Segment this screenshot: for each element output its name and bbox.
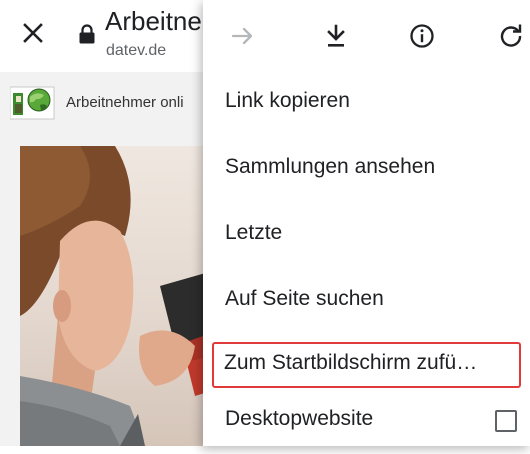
menu-item-label: Link kopieren xyxy=(225,89,350,112)
menu-item-view-collections[interactable]: Sammlungen ansehen xyxy=(203,138,530,202)
close-icon[interactable] xyxy=(22,22,44,44)
datev-logo-icon xyxy=(9,85,56,121)
menu-item-label: Zum Startbildschirm zufü… xyxy=(224,351,478,374)
menu-item-label: Sammlungen ansehen xyxy=(225,155,436,178)
menu-item-label: Auf Seite suchen xyxy=(225,287,384,310)
lock-icon xyxy=(78,23,96,45)
overflow-menu: Link kopieren Sammlungen ansehen Letzte … xyxy=(203,0,530,446)
menu-item-copy-link[interactable]: Link kopieren xyxy=(203,72,530,136)
menu-item-desktop-site[interactable]: Desktopwebsite xyxy=(203,390,530,454)
menu-item-label: Letzte xyxy=(225,221,283,244)
download-icon[interactable] xyxy=(318,18,354,54)
menu-toolbar xyxy=(203,0,530,72)
arrow-forward-icon[interactable] xyxy=(225,18,261,54)
reload-icon[interactable] xyxy=(493,18,529,54)
site-name[interactable]: Arbeitnehmer onli xyxy=(66,94,184,111)
page-domain[interactable]: datev.de xyxy=(106,42,166,60)
page-title[interactable]: Arbeitneh xyxy=(105,6,216,37)
menu-item-label: Desktopwebsite xyxy=(225,407,374,430)
menu-item-add-to-home-screen[interactable]: Zum Startbildschirm zufü… xyxy=(203,334,530,398)
menu-item-recent[interactable]: Letzte xyxy=(203,204,530,268)
desktop-site-checkbox[interactable] xyxy=(495,410,517,432)
info-icon[interactable] xyxy=(404,18,440,54)
menu-item-find-in-page[interactable]: Auf Seite suchen xyxy=(203,270,530,334)
